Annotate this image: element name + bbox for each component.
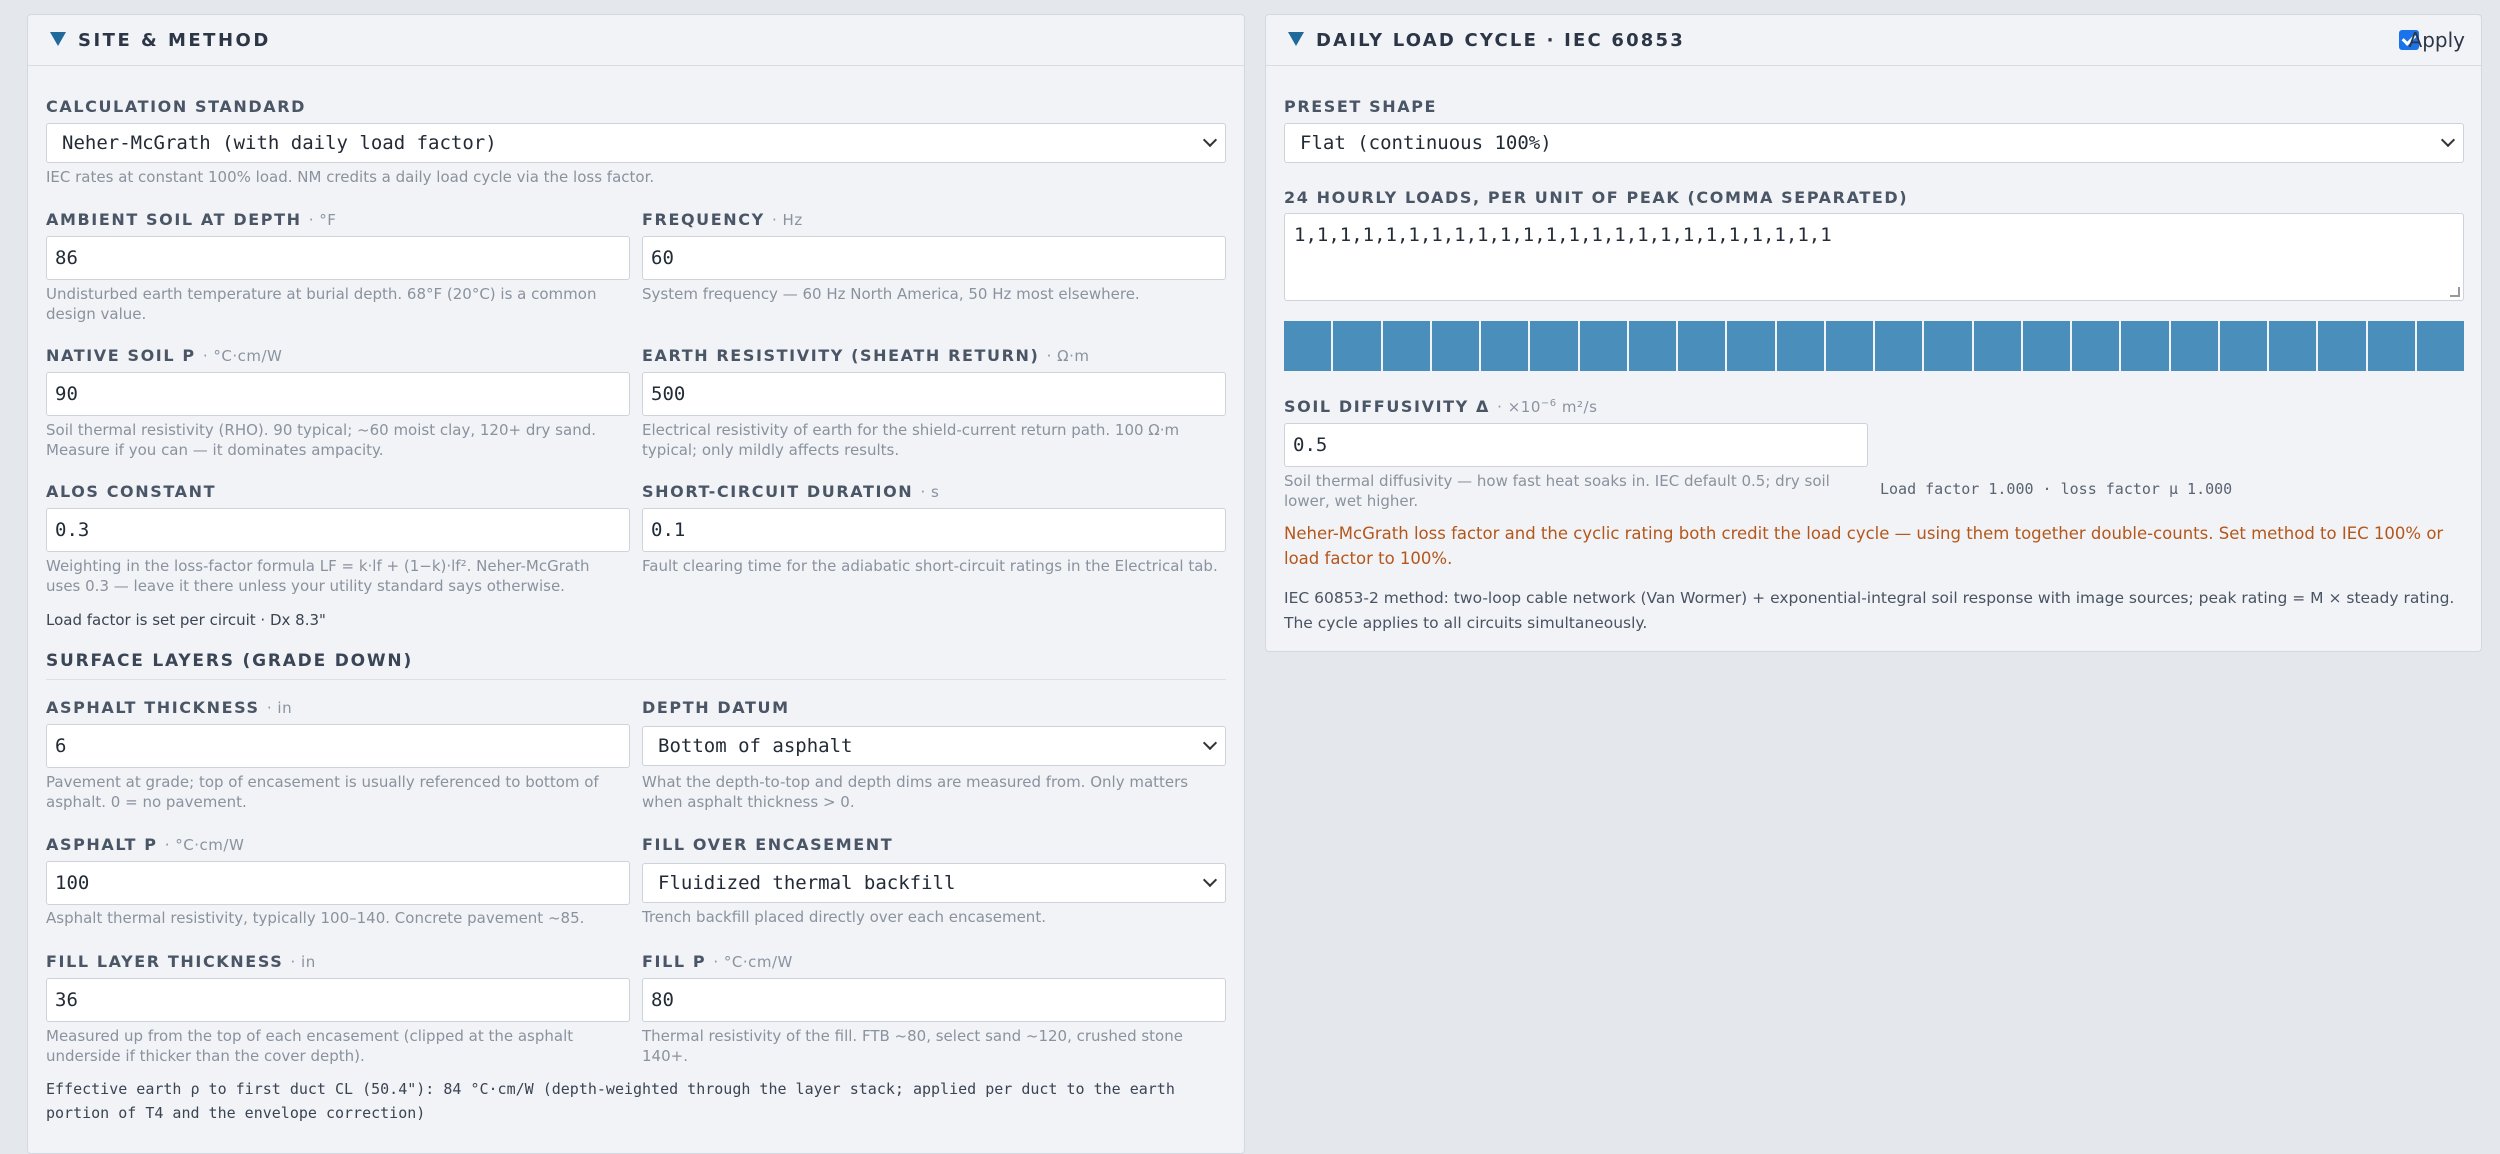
load-bar-hour-0 xyxy=(1284,321,1332,371)
depth-datum-value: Bottom of asphalt xyxy=(658,735,853,757)
load-bar-hour-8 xyxy=(1678,321,1726,371)
site-method-panel: SITE & METHOD CALCULATION STANDARD Neher… xyxy=(27,14,1245,1154)
earth-resistivity-input[interactable]: 500 xyxy=(642,372,1226,416)
asphalt-thickness-input[interactable]: 6 xyxy=(46,724,630,768)
asphalt-thickness-label: ASPHALT THICKNESS · in xyxy=(46,698,293,717)
fill-thickness-input[interactable]: 36 xyxy=(46,978,630,1022)
load-bar-hour-10 xyxy=(1776,321,1824,371)
asphalt-rho-help: Asphalt thermal resistivity, typically 1… xyxy=(46,909,585,927)
load-bar-hour-4 xyxy=(1481,321,1529,371)
double-count-warning: Neher-McGrath loss factor and the cyclic… xyxy=(1284,524,2444,568)
asphalt-rho-input[interactable]: 100 xyxy=(46,861,630,905)
fill-rho-help: Thermal resistivity of the fill. FTB ~80… xyxy=(642,1027,1183,1065)
effective-rho-readout: Effective earth ρ to first duct CL (50.4… xyxy=(46,1080,1175,1122)
fill-rho-label: FILL Ρ · °C·cm/W xyxy=(642,952,793,971)
load-bar-hour-17 xyxy=(2121,321,2169,371)
ambient-label: AMBIENT SOIL AT DEPTH · °F xyxy=(46,210,337,229)
load-bar-hour-9 xyxy=(1727,321,1775,371)
divider xyxy=(46,679,1226,680)
preset-select[interactable]: Flat (continuous 100%) xyxy=(1284,123,2464,163)
fill-rho-input[interactable]: 80 xyxy=(642,978,1226,1022)
load-bar-hour-23 xyxy=(2416,321,2464,371)
alos-input[interactable]: 0.3 xyxy=(46,508,630,552)
fill-over-help: Trench backfill placed directly over eac… xyxy=(642,908,1046,926)
diffusivity-input[interactable]: 0.5 xyxy=(1284,423,1868,467)
native-rho-input[interactable]: 90 xyxy=(46,372,630,416)
depth-datum-select[interactable]: Bottom of asphalt xyxy=(642,726,1226,766)
frequency-help: System frequency — 60 Hz North America, … xyxy=(642,285,1140,303)
load-bar-hour-15 xyxy=(2022,321,2070,371)
load-cycle-panel: DAILY LOAD CYCLE · IEC 60853 Apply PRESE… xyxy=(1265,14,2482,652)
short-circuit-input[interactable]: 0.1 xyxy=(642,508,1226,552)
asphalt-rho-label: ASPHALT Ρ · °C·cm/W xyxy=(46,835,245,854)
alos-help: Weighting in the loss-factor formula LF … xyxy=(46,557,590,595)
frequency-input[interactable]: 60 xyxy=(642,236,1226,280)
preset-label: PRESET SHAPE xyxy=(1284,97,1438,116)
short-circuit-label: SHORT-CIRCUIT DURATION · s xyxy=(642,482,940,501)
hourly-loads-value: 1,1,1,1,1,1,1,1,1,1,1,1,1,1,1,1,1,1,1,1,… xyxy=(1294,224,1832,246)
load-loss-factor-readout: Load factor 1.000 · loss factor μ 1.000 xyxy=(1880,480,2233,498)
alos-label: ALOS CONSTANT xyxy=(46,482,217,501)
load-bar-hour-21 xyxy=(2318,321,2366,371)
load-bar-hour-14 xyxy=(1973,321,2021,371)
load-bar-hour-11 xyxy=(1825,321,1873,371)
chevron-down-icon xyxy=(1202,872,1218,888)
load-bar-hour-16 xyxy=(2072,321,2120,371)
load-bar-hour-7 xyxy=(1628,321,1676,371)
load-bar-hour-2 xyxy=(1382,321,1430,371)
load-bar-hour-12 xyxy=(1875,321,1923,371)
method-note: IEC 60853-2 method: two-loop cable netwo… xyxy=(1284,589,2455,632)
resize-grip-icon[interactable] xyxy=(2450,287,2460,297)
load-factor-note: Load factor is set per circuit · Dx 8.3" xyxy=(46,611,326,629)
load-bar-hour-19 xyxy=(2219,321,2267,371)
load-profile-bars xyxy=(1284,321,2464,371)
load-cycle-header[interactable]: DAILY LOAD CYCLE · IEC 60853 Apply xyxy=(1266,15,2481,66)
chevron-down-icon xyxy=(1202,132,1218,148)
standard-label: CALCULATION STANDARD xyxy=(46,97,307,116)
load-bar-hour-3 xyxy=(1431,321,1479,371)
earth-resistivity-help: Electrical resistivity of earth for the … xyxy=(642,421,1180,459)
ambient-help: Undisturbed earth temperature at burial … xyxy=(46,285,597,323)
apply-toggle[interactable]: Apply xyxy=(2385,28,2465,52)
frequency-label: FREQUENCY · Hz xyxy=(642,210,803,229)
earth-resistivity-label: EARTH RESISTIVITY (SHEATH RETURN) · Ω·m xyxy=(642,346,1090,365)
load-bar-hour-22 xyxy=(2367,321,2415,371)
load-bar-hour-1 xyxy=(1333,321,1381,371)
fill-thickness-label: FILL LAYER THICKNESS · in xyxy=(46,952,316,971)
standard-select[interactable]: Neher-McGrath (with daily load factor) xyxy=(46,123,1226,163)
short-circuit-help: Fault clearing time for the adiabatic sh… xyxy=(642,557,1218,575)
fill-over-select[interactable]: Fluidized thermal backfill xyxy=(642,863,1226,903)
native-rho-help: Soil thermal resistivity (RHO). 90 typic… xyxy=(46,421,596,459)
chevron-down-icon xyxy=(2440,132,2456,148)
depth-datum-help: What the depth-to-top and depth dims are… xyxy=(642,773,1189,811)
standard-help: IEC rates at constant 100% load. NM cred… xyxy=(46,168,655,186)
preset-value: Flat (continuous 100%) xyxy=(1300,132,1552,154)
fill-over-label: FILL OVER ENCASEMENT xyxy=(642,835,894,854)
surface-layers-title: SURFACE LAYERS (GRADE DOWN) xyxy=(46,651,414,671)
load-bar-hour-18 xyxy=(2170,321,2218,371)
ambient-input[interactable]: 86 xyxy=(46,236,630,280)
diffusivity-help: Soil thermal diffusivity — how fast heat… xyxy=(1284,472,1830,510)
site-method-header[interactable]: SITE & METHOD xyxy=(28,15,1244,66)
asphalt-thickness-help: Pavement at grade; top of encasement is … xyxy=(46,773,599,811)
fill-thickness-help: Measured up from the top of each encasem… xyxy=(46,1027,574,1065)
apply-label: Apply xyxy=(2408,28,2465,52)
diffusivity-label: SOIL DIFFUSIVITY Δ · ×10−6 m²/s xyxy=(1284,397,1598,416)
panel-title: SITE & METHOD xyxy=(78,30,271,51)
collapse-caret-icon[interactable] xyxy=(1288,32,1304,46)
load-bar-hour-13 xyxy=(1924,321,1972,371)
hourly-loads-textarea[interactable]: 1,1,1,1,1,1,1,1,1,1,1,1,1,1,1,1,1,1,1,1,… xyxy=(1284,213,2464,301)
load-bar-hour-6 xyxy=(1579,321,1627,371)
hourly-loads-label: 24 HOURLY LOADS, PER UNIT OF PEAK (COMMA… xyxy=(1284,188,1909,207)
depth-datum-label: DEPTH DATUM xyxy=(642,698,790,717)
load-bar-hour-20 xyxy=(2269,321,2317,371)
standard-value: Neher-McGrath (with daily load factor) xyxy=(62,132,497,154)
load-bar-hour-5 xyxy=(1530,321,1578,371)
chevron-down-icon xyxy=(1202,735,1218,751)
native-rho-label: NATIVE SOIL Ρ · °C·cm/W xyxy=(46,346,283,365)
collapse-caret-icon[interactable] xyxy=(50,32,66,46)
fill-over-value: Fluidized thermal backfill xyxy=(658,872,956,894)
panel-title: DAILY LOAD CYCLE · IEC 60853 xyxy=(1316,30,1685,51)
